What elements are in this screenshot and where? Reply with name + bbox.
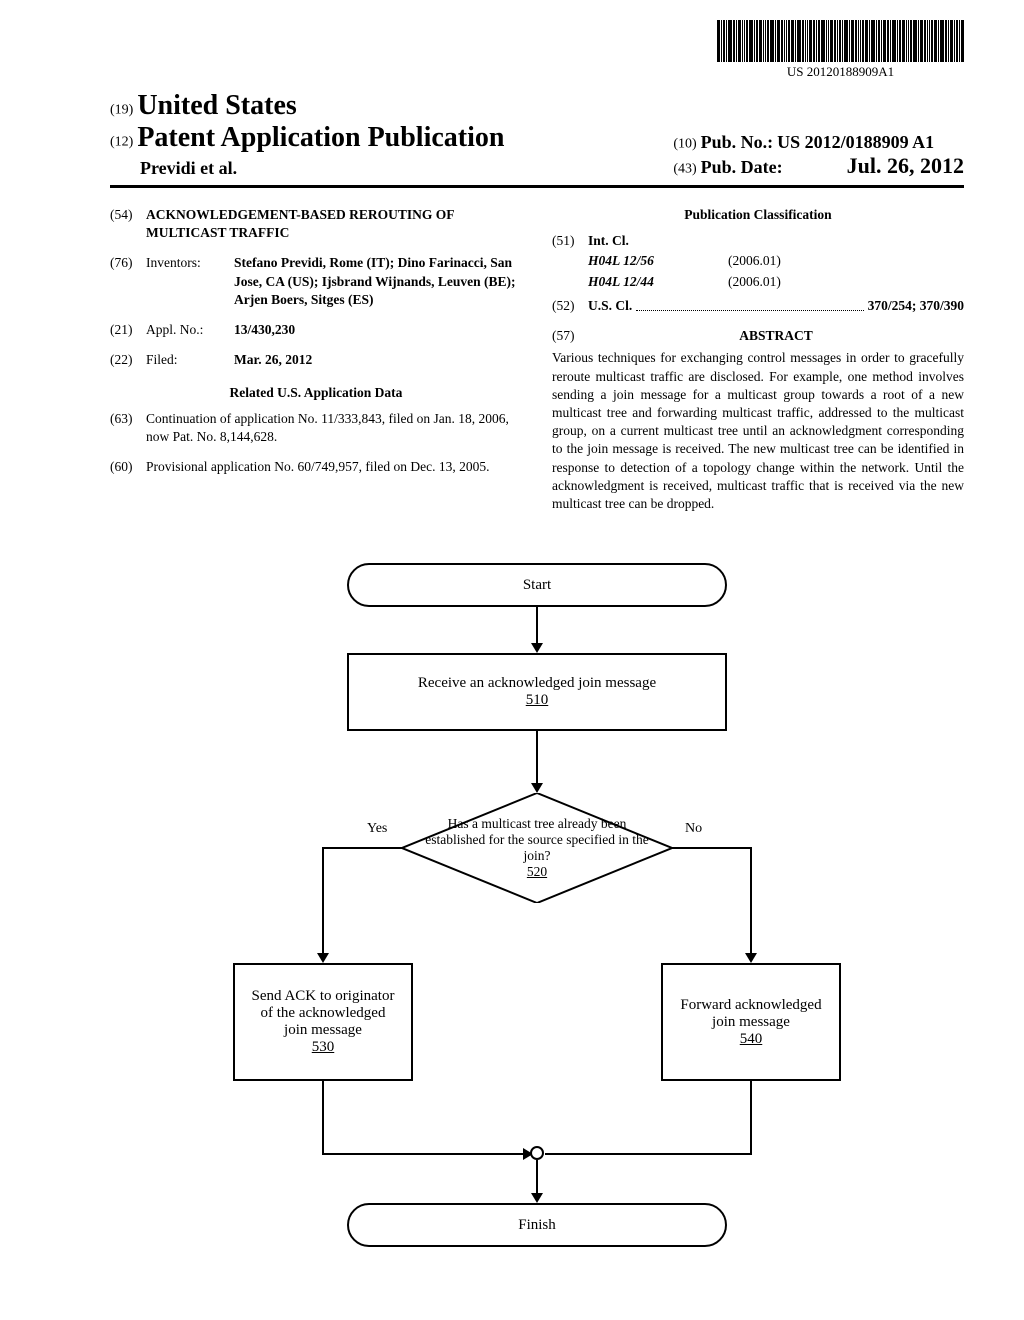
arrow-head-icon xyxy=(745,953,757,963)
filed-value: Mar. 26, 2012 xyxy=(234,352,312,367)
arrow-line xyxy=(750,847,752,953)
step-510-text: Receive an acknowledged join message xyxy=(418,675,656,692)
arrow-head-icon xyxy=(531,643,543,653)
inventors-label: Inventors: xyxy=(146,254,234,309)
arrow-head-icon xyxy=(531,1193,543,1203)
uscl-num: (52) xyxy=(552,297,588,315)
arrow-line xyxy=(322,1081,324,1153)
document-header: (19) United States (12) Patent Applicati… xyxy=(110,90,964,188)
uscl-values: 370/254; 370/390 xyxy=(868,298,964,313)
arrow-line xyxy=(322,1153,530,1155)
step-540-text: Forward acknowledged join message xyxy=(677,997,825,1031)
inventors-header: Previdi et al. xyxy=(110,158,504,179)
publication-type: Patent Application Publication xyxy=(137,122,504,153)
provisional-num: (60) xyxy=(110,458,146,476)
right-column: Publication Classification (51) Int. Cl.… xyxy=(552,206,964,513)
pub-date-value: Jul. 26, 2012 xyxy=(847,153,964,178)
provisional-text: Provisional application No. 60/749,957, … xyxy=(146,458,522,476)
finish-label: Finish xyxy=(518,1217,556,1234)
title-num: (54) xyxy=(110,206,146,242)
filed-label: Filed: xyxy=(146,351,234,369)
arrow-line xyxy=(750,1081,752,1153)
continuation-num: (63) xyxy=(110,410,146,446)
flowchart-decision-520: Has a multicast tree already been establ… xyxy=(402,793,672,903)
invention-title: ACKNOWLEDGEMENT-BASED REROUTING OF MULTI… xyxy=(146,206,522,242)
intcl-label: Int. Cl. xyxy=(588,233,629,248)
arrow-line xyxy=(322,847,324,953)
flowchart-finish: Finish xyxy=(347,1203,727,1247)
uscl-label: U.S. Cl. xyxy=(588,298,632,313)
barcode-text: US 20120188909A1 xyxy=(717,64,964,80)
flowchart-step-510: Receive an acknowledged join message 510 xyxy=(347,653,727,731)
pub-no-value: US 2012/0188909 A1 xyxy=(777,132,934,152)
abstract-label: ABSTRACT xyxy=(588,327,964,345)
filed-num: (22) xyxy=(110,351,146,369)
start-label: Start xyxy=(523,577,551,594)
pub-no-label: Pub. No.: xyxy=(701,132,774,152)
intcl-num: (51) xyxy=(552,232,588,250)
arrow-line xyxy=(536,607,538,643)
decision-520-ref: 520 xyxy=(422,864,652,880)
classification-header: Publication Classification xyxy=(552,206,964,224)
pub-date-label: Pub. Date: xyxy=(701,157,783,177)
arrow-line xyxy=(672,847,752,849)
ipc-version-1: (2006.01) xyxy=(728,252,781,270)
inventors-num: (76) xyxy=(110,254,146,309)
continuation-text: Continuation of application No. 11/333,8… xyxy=(146,410,522,446)
left-column: (54) ACKNOWLEDGEMENT-BASED REROUTING OF … xyxy=(110,206,522,513)
arrow-line xyxy=(536,1160,538,1193)
appl-no-label: Appl. No.: xyxy=(146,321,234,339)
arrow-line xyxy=(545,1153,752,1155)
inventors-list: Stefano Previdi, Rome (IT); Dino Farinac… xyxy=(234,254,522,309)
arrow-head-icon xyxy=(317,953,329,963)
junction-icon xyxy=(530,1146,544,1160)
arrow-line xyxy=(322,847,402,849)
step-510-ref: 510 xyxy=(418,692,656,709)
barcode-icon xyxy=(717,20,964,62)
step-540-ref: 540 xyxy=(677,1031,825,1048)
abstract-num: (57) xyxy=(552,327,588,345)
pub-no-prefix: (10) xyxy=(673,136,696,151)
abstract-text: Various techniques for exchanging contro… xyxy=(552,349,964,513)
arrow-head-icon xyxy=(531,783,543,793)
flowchart-figure: Start Receive an acknowledged join messa… xyxy=(227,563,847,1253)
appl-no-value: 13/430,230 xyxy=(234,322,295,337)
ipc-code-1: H04L 12/56 xyxy=(588,252,728,270)
yes-label: Yes xyxy=(367,821,387,837)
country-prefix: (19) xyxy=(110,102,133,117)
flowchart-step-530: Send ACK to originator of the acknowledg… xyxy=(233,963,413,1081)
ipc-version-2: (2006.01) xyxy=(728,273,781,291)
step-530-text: Send ACK to originator of the acknowledg… xyxy=(249,988,397,1039)
flowchart-start: Start xyxy=(347,563,727,607)
barcode-block: US 20120188909A1 xyxy=(717,20,964,80)
no-label: No xyxy=(685,821,702,837)
step-530-ref: 530 xyxy=(249,1039,397,1056)
flowchart-step-540: Forward acknowledged join message 540 xyxy=(661,963,841,1081)
dot-leader xyxy=(636,301,863,311)
bibliographic-columns: (54) ACKNOWLEDGEMENT-BASED REROUTING OF … xyxy=(110,206,964,513)
ipc-code-2: H04L 12/44 xyxy=(588,273,728,291)
decision-520-text: Has a multicast tree already been establ… xyxy=(422,816,652,864)
appl-no-num: (21) xyxy=(110,321,146,339)
pub-type-prefix: (12) xyxy=(110,134,133,149)
arrow-line xyxy=(536,731,538,783)
country-name: United States xyxy=(137,90,296,121)
pub-date-prefix: (43) xyxy=(673,161,696,176)
related-data-header: Related U.S. Application Data xyxy=(110,384,522,402)
